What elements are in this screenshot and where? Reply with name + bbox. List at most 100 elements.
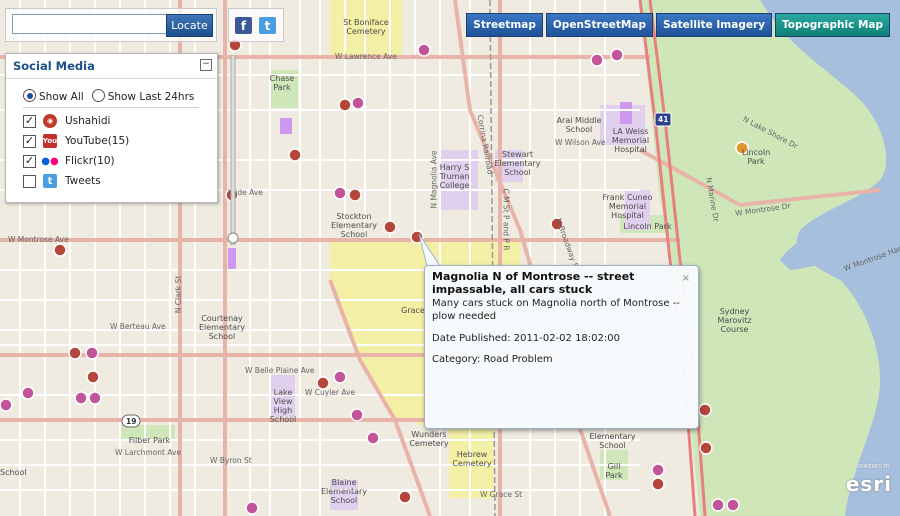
search-panel: Locate [5,8,217,42]
show-all-radio[interactable]: Show All [23,89,84,103]
twitter-icon: t [43,174,57,188]
facebook-icon[interactable]: f [235,17,252,34]
powered-by-label: POWERED BY [856,464,890,470]
map-label-filber-park: Filber Park [128,436,171,445]
map-label-blaine: Blaine Elementary School [320,478,368,505]
flickr-marker[interactable] [245,501,259,515]
flickr-marker[interactable] [651,463,665,477]
street-w-lawrence: W Lawrence Ave [335,52,397,61]
map-label-grace: Grace [401,306,425,315]
info-popup: Magnolia N of Montrose -- street impassa… [424,265,699,429]
map-label-gill-park: Gill Park [605,462,623,480]
ushahidi-icon: ◉ [43,114,57,128]
flickr-marker[interactable] [0,398,13,412]
popup-date: Date Published: 2011-02-02 18:02:00 [432,333,620,344]
flickr-marker[interactable] [610,48,624,62]
map-label-sydney: Sydney Marovitz Course [717,307,752,334]
ushahidi-marker[interactable] [699,441,713,455]
street-w-montrose: W Montrose Ave [8,235,69,244]
ushahidi-marker[interactable] [53,243,67,257]
map-label-lake-view: Lake View High School [269,388,297,424]
street-w-grace: W Grace St [480,490,523,499]
zoom-slider[interactable] [226,55,240,245]
basemap-openstreetmap-button[interactable]: OpenStreetMap [545,13,653,37]
map-label-la-weiss: LA Weiss Memorial Hospital [611,127,650,154]
show-last-24hrs-radio[interactable]: Show Last 24hrs [91,89,194,103]
zoom-slider-handle[interactable] [227,232,239,244]
ushahidi-marker[interactable] [383,220,397,234]
map-label-school-left: School [0,468,27,477]
flickr-marker[interactable] [726,498,740,512]
map-label-lincoln-park-2: Lincoln Park [623,222,672,231]
map-label-courtenay: Courtenay Elementary School [198,314,246,341]
layer-row-flickr[interactable]: ✓ ● ● Flickr(10) [23,152,115,170]
youtube-checkbox[interactable]: ✓ [23,134,36,148]
basemap-satellite-button[interactable]: Satellite Imagery [656,13,772,37]
flickr-marker[interactable] [366,431,380,445]
street-w-larchmont: W Larchmont Ave [115,448,182,457]
flickr-marker[interactable] [333,186,347,200]
ushahidi-marker[interactable] [288,148,302,162]
layer-label: Flickr(10) [65,155,115,167]
ushahidi-checkbox[interactable]: ✓ [23,114,36,128]
time-filter: Show All Show Last 24hrs [23,89,194,103]
layer-label: Tweets [65,175,101,187]
flickr-marker[interactable] [21,386,35,400]
ushahidi-marker[interactable] [651,477,665,491]
popup-description: Many cars stuck on Magnolia north of Mon… [432,298,680,322]
ushahidi-marker[interactable] [398,490,412,504]
collapse-button[interactable]: − [200,59,212,71]
map-label-hebrew: Hebrew Cemetery [452,450,492,468]
basemap-streetmap-button[interactable]: Streetmap [466,13,543,37]
ushahidi-marker[interactable] [86,370,100,384]
flickr-marker[interactable] [88,391,102,405]
locate-button[interactable]: Locate [166,14,213,37]
street-w-cuyler: W Cuyler Ave [305,388,356,397]
flickr-checkbox[interactable]: ✓ [23,154,36,168]
street-w-berteau: W Berteau Ave [110,322,166,331]
twitter-icon[interactable]: t [259,17,276,34]
flickr-marker[interactable] [85,346,99,360]
street-n-clark: N Clark St [174,275,184,314]
layer-label: YouTube(15) [65,135,130,147]
search-input[interactable] [12,14,168,34]
youtube-icon: You [43,134,57,148]
map-label-chase-park: Chase Park [269,74,295,92]
ushahidi-marker[interactable] [698,403,712,417]
map-label-stewart: Stewart Elementary School [494,150,541,177]
map-label-wunders: Wunders Cemetery [409,430,449,448]
flickr-marker[interactable] [350,408,364,422]
street-w-belle-plaine: W Belle Plaine Ave [245,366,315,375]
layer-row-tweets[interactable]: t Tweets [23,172,101,190]
route-41-label: 41 [658,115,669,124]
basemap-toolbar: Streetmap OpenStreetMap Satellite Imager… [466,13,890,37]
panel-header: Social Media − [6,54,217,79]
map-label-elementary: Elementary School [589,432,636,450]
flickr-marker[interactable] [590,53,604,67]
flickr-marker[interactable] [351,96,365,110]
street-w-wilson: W Wilson Ave [555,138,606,147]
tweets-checkbox[interactable] [23,174,36,188]
flickr-marker[interactable] [711,498,725,512]
map-label-st-boniface: St Boniface Cemetery [343,18,389,36]
map-label-arai: Arai Middle School [556,116,602,134]
basemap-topographic-button[interactable]: Topographic Map [774,13,890,37]
flickr-marker[interactable] [74,391,88,405]
panel-divider [23,107,199,108]
flickr-marker[interactable] [417,43,431,57]
map-label-frank-cuneo: Frank Cuneo Memorial Hospital [602,193,653,220]
map-label-truman: Harry S Truman College [439,163,470,190]
map-label-stockton: Stockton Elementary School [330,212,378,239]
route-19-label: 19 [126,417,137,426]
popup-title: Magnolia N of Montrose -- street impassa… [432,270,635,296]
flickr-marker[interactable] [333,370,347,384]
close-icon[interactable]: × [682,273,690,284]
layer-row-youtube[interactable]: ✓ You YouTube(15) [23,132,129,150]
popup-category: Category: Road Problem [432,354,553,365]
map-label-lincoln-park: Lincoln Park [741,148,771,166]
layer-row-ushahidi[interactable]: ✓ ◉ Ushahidi [23,112,110,130]
social-media-panel: Social Media − Show All Show Last 24hrs … [5,53,218,203]
ushahidi-marker[interactable] [68,346,82,360]
ushahidi-marker[interactable] [338,98,352,112]
ushahidi-marker[interactable] [348,188,362,202]
